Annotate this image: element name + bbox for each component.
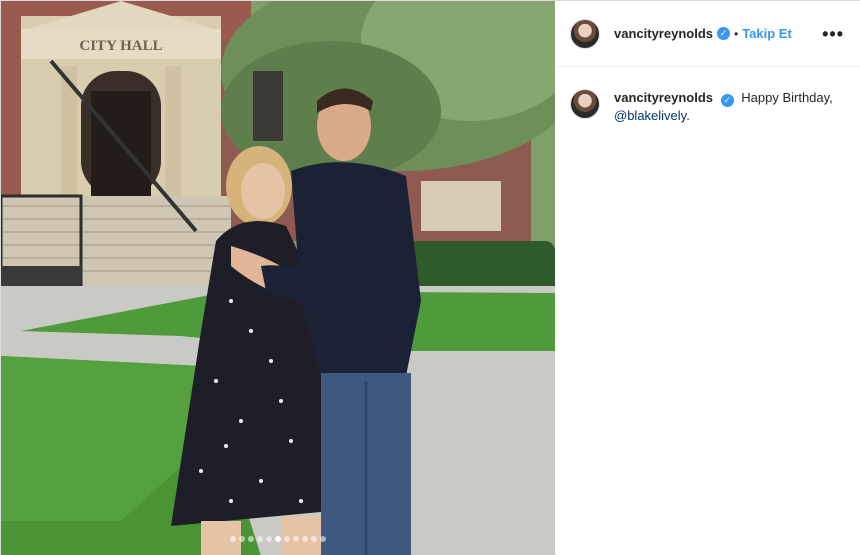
carousel-dot xyxy=(302,536,308,542)
carousel-dot xyxy=(284,536,290,542)
carousel-dot xyxy=(239,536,245,542)
carousel-dot-active xyxy=(275,536,281,542)
avatar[interactable] xyxy=(570,18,600,49)
post-photo[interactable]: CITY HALL xyxy=(1,1,555,555)
caption-username[interactable]: vancityreynolds xyxy=(614,90,713,105)
carousel-dot xyxy=(248,536,254,542)
building-sign-text: CITY HALL xyxy=(79,38,162,54)
header-separator: • xyxy=(734,26,739,41)
carousel-dot xyxy=(293,536,299,542)
post-header: vancityreynolds ✓ • Takip Et ••• xyxy=(556,1,860,67)
caption-text: vancityreynolds ✓ Happy Birthday, @blake… xyxy=(614,89,834,125)
carousel-dot xyxy=(266,536,272,542)
verified-badge-icon: ✓ xyxy=(717,27,730,40)
more-options-icon[interactable]: ••• xyxy=(822,25,844,43)
carousel-indicator xyxy=(1,536,555,542)
post-sidebar: vancityreynolds ✓ • Takip Et ••• vancity… xyxy=(556,1,860,555)
carousel-dot xyxy=(257,536,263,542)
caption-avatar[interactable] xyxy=(570,89,600,119)
instagram-post: CITY HALL vancityreynolds ✓ • Takip Et •… xyxy=(0,0,860,555)
caption-verified-badge-icon: ✓ xyxy=(720,94,734,107)
carousel-dot xyxy=(311,536,317,542)
post-caption: vancityreynolds ✓ Happy Birthday, @blake… xyxy=(556,67,860,125)
follow-button[interactable]: Takip Et xyxy=(742,26,792,41)
header-username[interactable]: vancityreynolds xyxy=(614,26,713,41)
caption-body: Happy Birthday, xyxy=(741,90,833,105)
photo-scene: CITY HALL xyxy=(1,1,555,555)
carousel-dot xyxy=(230,536,236,542)
caption-mention-link[interactable]: @blakelively. xyxy=(614,108,690,123)
carousel-dot xyxy=(320,536,326,542)
